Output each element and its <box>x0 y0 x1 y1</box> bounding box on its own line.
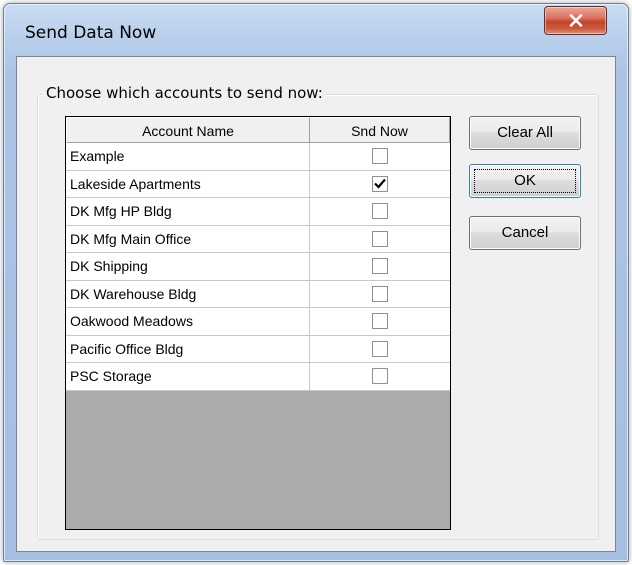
grid-rows: Example Lakeside Apartments DK Mfg HP Bldg… <box>66 143 450 391</box>
snd-now-cell <box>310 198 450 225</box>
snd-now-cell <box>310 308 450 335</box>
table-row[interactable]: DK Warehouse Bldg <box>66 280 450 308</box>
column-header-snd-now[interactable]: Snd Now <box>310 117 450 143</box>
snd-now-cell <box>310 281 450 308</box>
account-name-cell: DK Warehouse Bldg <box>66 280 310 307</box>
snd-now-checkbox[interactable] <box>372 230 388 247</box>
snd-now-checkbox[interactable] <box>372 285 388 302</box>
ok-button[interactable]: OK <box>469 164 581 198</box>
table-row[interactable]: Lakeside Apartments <box>66 170 450 198</box>
close-icon <box>569 14 582 27</box>
dialog-client-area: Choose which accounts to send now: Accou… <box>16 56 616 552</box>
snd-now-cell <box>310 336 450 363</box>
account-name-cell: DK Mfg HP Bldg <box>66 198 310 225</box>
snd-now-checkbox[interactable] <box>372 340 388 357</box>
table-row[interactable]: Example <box>66 143 450 171</box>
snd-now-cell <box>310 363 450 390</box>
close-button[interactable] <box>544 6 607 35</box>
table-row[interactable]: DK Mfg Main Office <box>66 225 450 253</box>
table-row[interactable]: DK Shipping <box>66 253 450 281</box>
snd-now-checkbox[interactable] <box>372 368 388 385</box>
account-name-cell: Oakwood Meadows <box>66 308 310 335</box>
accounts-grid[interactable]: Account Name Snd Now Example Lakeside Apa… <box>65 116 451 530</box>
account-name-cell: Lakeside Apartments <box>66 170 310 197</box>
snd-now-cell <box>310 143 450 170</box>
window-title: Send Data Now <box>25 23 157 43</box>
group-label: Choose which accounts to send now: <box>43 84 326 102</box>
snd-now-checkbox[interactable] <box>372 148 388 165</box>
clear-all-button[interactable]: Clear All <box>469 116 581 150</box>
snd-now-cell <box>310 253 450 280</box>
cancel-button[interactable]: Cancel <box>469 216 581 250</box>
grid-header: Account Name Snd Now <box>66 117 450 143</box>
snd-now-checkbox[interactable] <box>372 258 388 275</box>
account-name-cell: Example <box>66 143 310 170</box>
snd-now-cell <box>310 171 450 198</box>
checkmark-icon <box>374 179 386 189</box>
account-name-cell: DK Shipping <box>66 253 310 280</box>
account-name-cell: Pacific Office Bldg <box>66 335 310 362</box>
snd-now-checkbox[interactable] <box>372 313 388 330</box>
table-row[interactable]: PSC Storage <box>66 363 450 391</box>
snd-now-cell <box>310 226 450 253</box>
table-row[interactable]: Pacific Office Bldg <box>66 335 450 363</box>
ok-button-label: OK <box>474 169 576 193</box>
table-row[interactable]: DK Mfg HP Bldg <box>66 198 450 226</box>
column-header-account-name[interactable]: Account Name <box>66 117 310 143</box>
account-name-cell: DK Mfg Main Office <box>66 225 310 252</box>
snd-now-checkbox[interactable] <box>372 203 388 220</box>
dialog-window: Send Data Now Choose which accounts to s… <box>3 3 629 562</box>
snd-now-checkbox[interactable] <box>372 175 388 192</box>
table-row[interactable]: Oakwood Meadows <box>66 308 450 336</box>
account-name-cell: PSC Storage <box>66 363 310 390</box>
